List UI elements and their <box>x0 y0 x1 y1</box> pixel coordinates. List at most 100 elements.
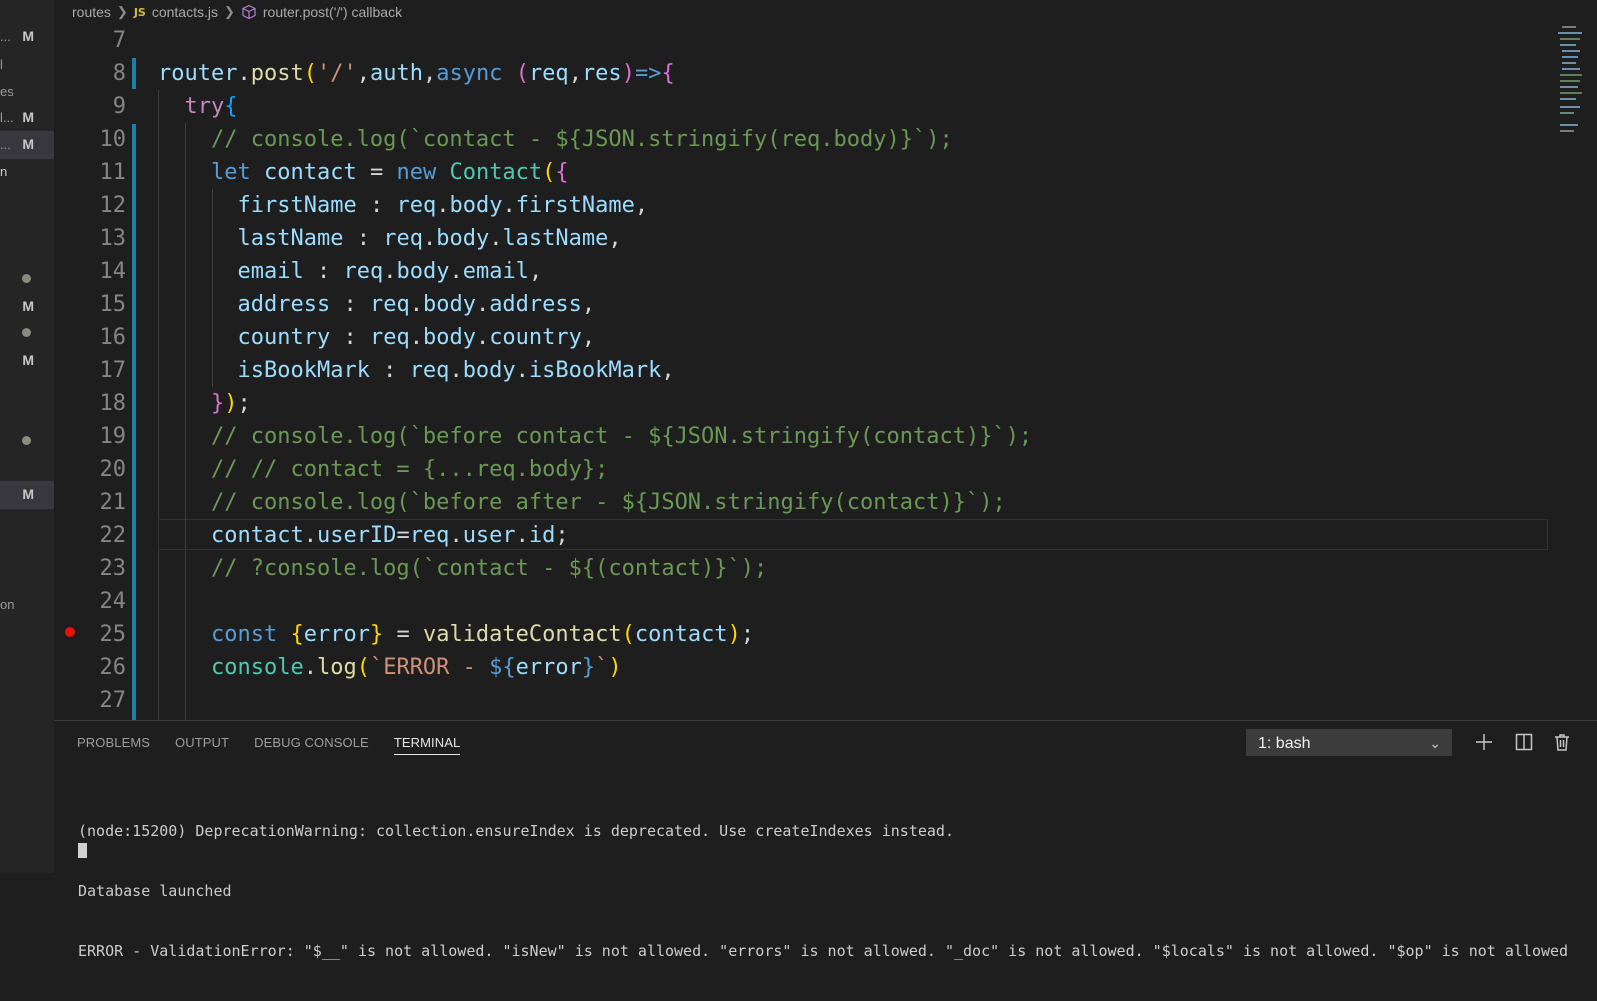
code-line[interactable]: 19 // console.log(`before contact - ${JS… <box>54 420 1597 453</box>
code-line[interactable]: 12 firstName : req.body.firstName, <box>54 189 1597 222</box>
breadcrumb-symbol[interactable]: router.post('/') callback <box>263 4 402 20</box>
unsaved-dot-icon <box>22 274 31 283</box>
code-token: , <box>581 292 596 317</box>
code-line[interactable]: 22 contact.userID=req.user.id; <box>54 519 1597 552</box>
code-line[interactable]: 13 lastName : req.body.lastName, <box>54 222 1597 255</box>
line-number: 12 <box>99 193 127 218</box>
code-token: ) <box>224 391 238 416</box>
code-text: // ?console.log(`contact - ${(contact)}`… <box>158 552 767 585</box>
minimap[interactable] <box>1548 24 1588 720</box>
code-token: console <box>210 655 304 680</box>
code-token: { <box>661 61 675 86</box>
code-token: { <box>555 160 569 185</box>
code-token: id <box>528 523 556 548</box>
code-line[interactable]: 20 // // contact = {...req.body}; <box>54 453 1597 486</box>
terminal-select[interactable]: 1: bash ⌄ <box>1246 729 1452 756</box>
code-token: , <box>568 61 582 86</box>
breadcrumb-folder[interactable]: routes <box>72 4 111 20</box>
explorer-item[interactable]: ... M <box>0 131 54 159</box>
modified-badge: M <box>22 109 34 125</box>
code-line[interactable]: 17 isBookMark : req.body.isBookMark, <box>54 354 1597 387</box>
explorer-item[interactable]: ... M <box>0 23 54 51</box>
tab-problems[interactable]: PROBLEMS <box>77 735 150 755</box>
code-line[interactable]: 24 <box>54 585 1597 618</box>
code-token: log <box>316 655 357 680</box>
line-number: 20 <box>99 457 127 482</box>
code-token: body <box>422 292 476 317</box>
code-token: Contact <box>449 160 543 185</box>
tab-debug-console[interactable]: DEBUG CONSOLE <box>254 735 369 755</box>
tab-output[interactable]: OUTPUT <box>175 735 229 755</box>
code-token: body <box>449 193 503 218</box>
code-editor[interactable]: 7 8 router.post('/',auth,async (req,res)=>… <box>54 24 1597 720</box>
code-line[interactable]: 21 // console.log(`before after - ${JSON… <box>54 486 1597 519</box>
vertical-scrollbar[interactable] <box>1588 24 1597 720</box>
code-text: contact.userID=req.user.id; <box>158 519 569 552</box>
code-line[interactable]: 11 let contact = new Contact({ <box>54 156 1597 189</box>
trash-icon[interactable] <box>1552 732 1572 752</box>
code-line[interactable]: 10 // console.log(`contact - ${JSON.stri… <box>54 123 1597 156</box>
code-line[interactable]: 27 <box>54 684 1597 717</box>
code-line[interactable]: 15 address : req.body.address, <box>54 288 1597 321</box>
js-file-icon: JS <box>133 5 146 19</box>
code-token: . <box>409 325 423 350</box>
code-text: address : req.body.address, <box>158 288 595 321</box>
modified-badge: M <box>22 136 34 152</box>
code-line[interactable]: 14 email : req.body.email, <box>54 255 1597 288</box>
split-icon[interactable] <box>1514 732 1534 752</box>
explorer-item[interactable]: es <box>0 78 54 106</box>
explorer-item[interactable]: l <box>0 51 54 79</box>
breadcrumb-file[interactable]: contacts.js <box>152 4 218 20</box>
code-token: , <box>528 259 543 284</box>
code-token: body <box>396 259 450 284</box>
chevron-right-icon: ❯ <box>223 4 235 19</box>
plus-icon[interactable] <box>1474 732 1494 752</box>
code-token: : <box>330 325 370 350</box>
code-token: user <box>462 523 516 548</box>
code-text: // console.log(`contact - ${JSON.stringi… <box>158 123 953 156</box>
code-text: lastName : req.body.lastName, <box>158 222 621 255</box>
code-line[interactable]: 25 const {error} = validateContact(conta… <box>54 618 1597 651</box>
explorer-item[interactable]: on <box>0 591 54 619</box>
explorer-item[interactable]: M <box>0 293 54 321</box>
code-token: } <box>581 655 596 680</box>
code-line[interactable]: 18 }); <box>54 387 1597 420</box>
explorer-item[interactable]: M <box>0 347 54 375</box>
code-token: . <box>449 523 463 548</box>
code-line[interactable]: 7 <box>54 24 1597 57</box>
code-text: email : req.body.email, <box>158 255 542 288</box>
explorer-item-label: on <box>0 597 15 612</box>
code-token: . <box>515 358 529 383</box>
explorer-item[interactable]: M <box>0 481 54 509</box>
code-token: `ERROR - <box>369 655 490 680</box>
code-line[interactable]: 26 console.log(`ERROR - ${error}`) <box>54 651 1597 684</box>
code-token: req <box>409 358 450 383</box>
code-text: router.post('/',auth,async (req,res)=>{ <box>158 57 675 90</box>
explorer-item[interactable]: n <box>0 158 54 186</box>
explorer-item[interactable]: l... M <box>0 104 54 132</box>
code-token: req <box>528 61 569 86</box>
code-token: . <box>303 655 317 680</box>
line-number: 23 <box>99 556 127 581</box>
code-line[interactable]: 8 router.post('/',auth,async (req,res)=>{ <box>54 57 1597 90</box>
code-line[interactable]: 9 try{ <box>54 90 1597 123</box>
code-token: . <box>409 292 423 317</box>
panel-tabs: PROBLEMS OUTPUT DEBUG CONSOLE TERMINAL <box>77 735 485 755</box>
code-token: error <box>303 622 370 647</box>
code-token: req <box>369 325 410 350</box>
code-line[interactable]: 16 country : req.body.country, <box>54 321 1597 354</box>
code-text: const {error} = validateContact(contact)… <box>158 618 754 651</box>
line-number: 18 <box>99 391 127 416</box>
tab-terminal[interactable]: TERMINAL <box>393 735 461 755</box>
terminal-output[interactable]: (node:15200) DeprecationWarning: collect… <box>78 781 1568 1001</box>
line-number: 26 <box>99 655 127 680</box>
code-token: ) <box>727 622 741 647</box>
code-token: req <box>383 226 423 251</box>
code-line[interactable]: 23 // ?console.log(`contact - ${(contact… <box>54 552 1597 585</box>
